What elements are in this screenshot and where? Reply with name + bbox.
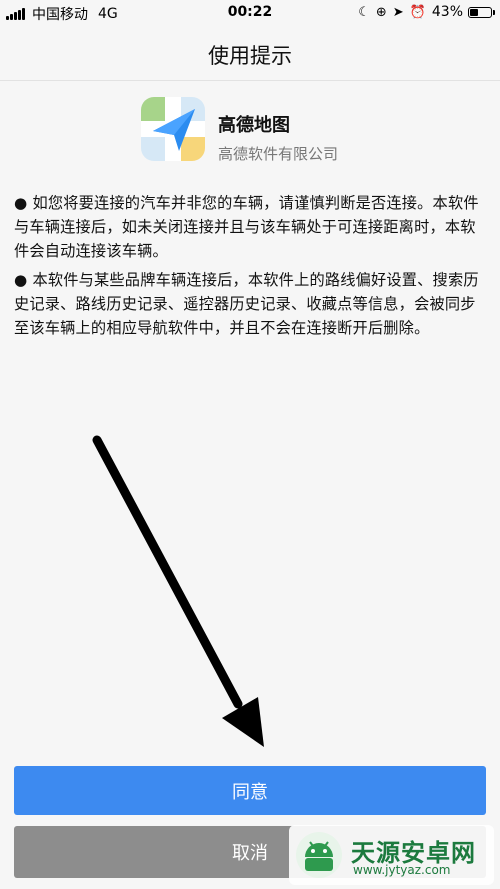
moon-icon: ☾ xyxy=(358,4,370,20)
site-watermark: 天源安卓网 www.jytyaz.com xyxy=(289,825,494,885)
app-name: 高德地图 xyxy=(218,115,290,136)
status-bar: 中国移动 4G 00:22 ☾ ⊕ ➤ ⏰ 43% xyxy=(0,0,500,26)
navigation-bar: 使用提示 xyxy=(0,26,500,81)
battery-icon xyxy=(468,6,495,18)
battery-percent: 43% xyxy=(431,4,463,20)
notice-paragraph-1: ● 如您将要连接的汽车并非您的车辆，请谨慎判断是否连接。本软件与车辆连接后，如未… xyxy=(14,194,479,260)
app-company: 高德软件有限公司 xyxy=(218,145,339,163)
page-title: 使用提示 xyxy=(208,44,292,68)
notice-paragraph-2: ● 本软件与某些品牌车辆连接后，本软件上的路线偏好设置、搜索历史记录、路线历史记… xyxy=(14,271,479,337)
rotation-lock-icon: ⊕ xyxy=(375,4,387,20)
battery-fill xyxy=(470,8,478,16)
alarm-icon: ⏰ xyxy=(409,4,426,20)
amap-app-icon xyxy=(141,97,205,161)
location-icon: ➤ xyxy=(392,4,404,20)
agree-button[interactable]: 同意 xyxy=(14,766,486,815)
status-right: ☾ ⊕ ➤ ⏰ 43% xyxy=(352,4,495,20)
android-logo-icon xyxy=(296,832,342,878)
watermark-url: www.jytyaz.com xyxy=(353,863,451,877)
